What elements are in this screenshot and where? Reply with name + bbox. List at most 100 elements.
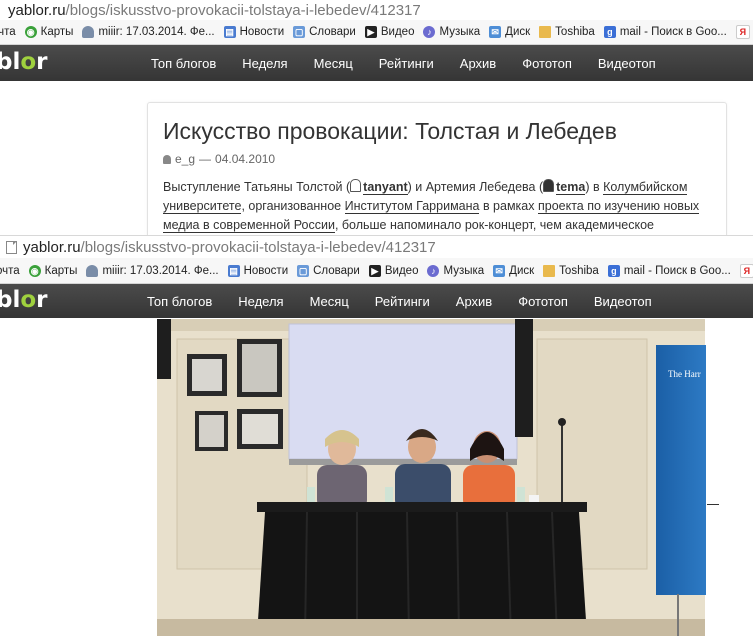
bookmark-video[interactable]: ▶ Видео <box>364 26 414 38</box>
user-link-tanyant[interactable]: tanyant <box>363 180 408 195</box>
menu-week[interactable]: Неделя <box>242 56 287 71</box>
site-logo[interactable]: blor <box>0 287 48 313</box>
menu-ratings[interactable]: Рейтинги <box>375 294 430 309</box>
news-icon: ▤ <box>227 264 240 277</box>
menu-month[interactable]: Месяц <box>314 56 353 71</box>
harriman-banner: The Harr <box>656 345 706 595</box>
post-card: Искусство провокации: Толстая и Лебедев … <box>147 102 727 236</box>
menu-top-blogs[interactable]: Топ блогов <box>151 56 216 71</box>
url-host: yablor.ru <box>23 238 81 256</box>
user-icon <box>163 154 171 164</box>
post-meta: e_g — 04.04.2010 <box>163 152 275 166</box>
banner-text: The Harr <box>668 369 701 379</box>
menu-archive[interactable]: Архив <box>456 294 492 309</box>
site-navbar: blor Топ блогов Неделя Месяц Рейтинги Ар… <box>0 284 753 318</box>
yandex-icon: Я <box>735 25 750 39</box>
picture-2 <box>242 344 277 392</box>
link-harriman[interactable]: Институтом Гарримана <box>344 199 480 214</box>
yandex-icon: Я <box>739 263 753 278</box>
bookmark-mail[interactable]: очта <box>0 26 16 38</box>
google-icon: g <box>607 264 620 277</box>
bookmark-maps[interactable]: ◉ Карты <box>28 264 77 277</box>
site-menu: Топ блогов Неделя Месяц Рейтинги Архив Ф… <box>151 45 682 81</box>
post-photo[interactable] <box>157 319 705 636</box>
picture-3 <box>199 415 224 447</box>
menu-videotop[interactable]: Видеотоп <box>598 56 656 71</box>
bookmark-music[interactable]: ♪ Музыка <box>427 264 484 277</box>
banner-stand <box>677 594 679 636</box>
post-body: Выступление Татьяны Толстой (tanyant) и … <box>163 179 700 233</box>
bookmark-yandex[interactable]: ЯЯ <box>739 263 753 278</box>
maps-icon: ◉ <box>24 26 37 38</box>
bookmark-music[interactable]: ♪ Музыка <box>423 26 480 38</box>
maps-icon: ◉ <box>28 264 41 277</box>
disk-icon: ✉ <box>493 264 506 277</box>
picture-1 <box>192 359 222 391</box>
address-bar[interactable]: yablor.ru/blogs/iskusstvo-provokacii-tol… <box>0 0 753 20</box>
url-path: /blogs/iskusstvo-provokacii-tolstaya-i-l… <box>80 238 436 256</box>
url-host: yablor.ru <box>8 1 66 19</box>
floor <box>157 619 705 636</box>
divider-mark <box>707 504 719 505</box>
disk-icon: ✉ <box>489 26 502 38</box>
music-icon: ♪ <box>427 264 440 277</box>
bookmarks-bar: очта ◉Карты miiir: 17.03.2014. Фе... ▤Но… <box>0 20 753 45</box>
bookmark-toshiba[interactable]: Toshiba <box>543 264 599 277</box>
bookmark-dictionary[interactable]: ▢ Словари <box>297 264 360 277</box>
site-navbar: blor Топ блогов Неделя Месяц Рейтинги Ар… <box>0 45 753 81</box>
user-link-tema[interactable]: tema <box>556 180 586 195</box>
speaker-right <box>515 319 533 437</box>
menu-videotop[interactable]: Видеотоп <box>594 294 652 309</box>
screenshot-top: yablor.ru/blogs/iskusstvo-provokacii-tol… <box>0 0 753 236</box>
page-icon <box>6 240 17 254</box>
bookmark-maps[interactable]: ◉ Карты <box>24 26 73 38</box>
meta-separator: — <box>199 152 212 166</box>
user-icon <box>543 179 555 192</box>
bookmark-toshiba[interactable]: Toshiba <box>539 26 595 38</box>
dictionary-icon: ▢ <box>293 26 306 38</box>
speaker-left <box>157 319 171 379</box>
person-icon <box>82 26 95 38</box>
table-top <box>257 502 587 512</box>
bookmark-news[interactable]: ▤ Новости <box>227 264 288 277</box>
menu-top-blogs[interactable]: Топ блогов <box>147 294 212 309</box>
bookmark-disk[interactable]: ✉ Диск <box>493 264 534 277</box>
bookmark-yandex[interactable]: Я <box>735 25 753 39</box>
post-author[interactable]: e_g <box>175 152 195 166</box>
menu-phototop[interactable]: Фототоп <box>518 294 568 309</box>
google-icon: g <box>603 26 616 38</box>
url-path: /blogs/iskusstvo-provokacii-tolstaya-i-l… <box>65 1 421 19</box>
menu-ratings[interactable]: Рейтинги <box>379 56 434 71</box>
bookmark-video[interactable]: ▶ Видео <box>368 264 418 277</box>
menu-week[interactable]: Неделя <box>238 294 283 309</box>
user-icon <box>350 179 362 192</box>
site-menu: Топ блогов Неделя Месяц Рейтинги Архив Ф… <box>147 284 678 318</box>
site-logo[interactable]: blor <box>0 49 48 75</box>
bookmark-disk[interactable]: ✉ Диск <box>489 26 530 38</box>
video-icon: ▶ <box>368 264 381 277</box>
person-icon <box>86 264 99 277</box>
folder-icon <box>543 264 556 277</box>
news-icon: ▤ <box>223 26 236 38</box>
bookmark-miiir[interactable]: miiir: 17.03.2014. Фе... <box>82 26 215 38</box>
menu-archive[interactable]: Архив <box>460 56 496 71</box>
bookmarks-bar: очта ◉Карты miiir: 17.03.2014. Фе... ▤Но… <box>0 258 753 284</box>
bookmark-news[interactable]: ▤ Новости <box>223 26 284 38</box>
bookmark-google[interactable]: g mail - Поиск в Goo... <box>607 264 731 277</box>
bookmark-mail[interactable]: очта <box>0 265 20 277</box>
menu-month[interactable]: Месяц <box>310 294 349 309</box>
post-title[interactable]: Искусство провокации: Толстая и Лебедев <box>163 118 617 145</box>
bookmark-dictionary[interactable]: ▢ Словари <box>293 26 356 38</box>
bookmark-google[interactable]: g mail - Поиск в Goo... <box>603 26 727 38</box>
bookmark-miiir[interactable]: miiir: 17.03.2014. Фе... <box>86 264 219 277</box>
menu-phototop[interactable]: Фототоп <box>522 56 572 71</box>
dictionary-icon: ▢ <box>297 264 310 277</box>
photo-drawing <box>157 319 705 636</box>
music-icon: ♪ <box>423 26 436 38</box>
screenshot-bottom: yablor.ru/blogs/iskusstvo-provokacii-tol… <box>0 235 753 636</box>
picture-4 <box>242 414 278 444</box>
mic-head <box>558 418 566 426</box>
address-bar[interactable]: yablor.ru/blogs/iskusstvo-provokacii-tol… <box>0 236 753 258</box>
folder-icon <box>539 26 552 38</box>
video-icon: ▶ <box>364 26 377 38</box>
